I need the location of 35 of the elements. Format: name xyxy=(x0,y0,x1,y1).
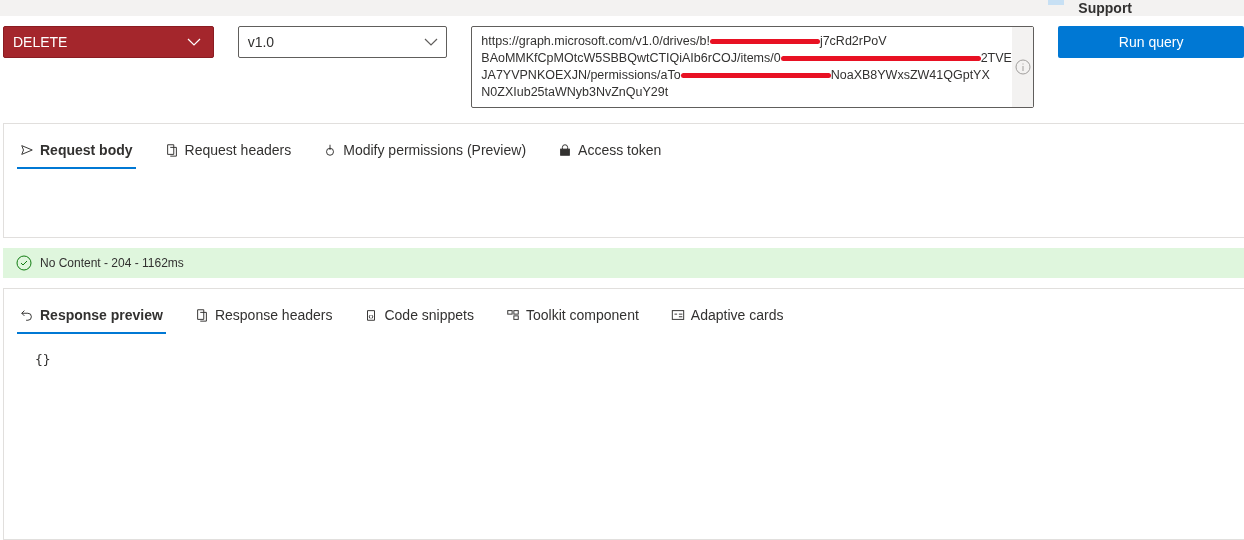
url-text: 2TVE xyxy=(980,50,1012,68)
card-icon xyxy=(670,308,685,323)
method-dropdown[interactable]: DELETE xyxy=(3,26,214,59)
tab[interactable]: Code snippets xyxy=(361,301,477,335)
url-text: https://graph.microsoft.com/v1.0/drives/b! xyxy=(481,33,710,51)
document-icon xyxy=(194,308,209,323)
tab[interactable]: Request headers xyxy=(161,136,295,169)
url-text: j7cRd2rPoV xyxy=(819,33,887,51)
tab[interactable]: Response headers xyxy=(191,301,336,335)
tab[interactable]: Modify permissions (Preview) xyxy=(320,136,530,169)
support-link[interactable]: Support xyxy=(1078,0,1132,17)
tab[interactable]: Response preview xyxy=(17,301,166,335)
toolkit-icon xyxy=(506,308,520,323)
response-body: {} xyxy=(35,352,52,368)
run-query-button[interactable]: Run query xyxy=(1058,26,1244,59)
url-text: NoaXB8YWxsZW41QGptYX xyxy=(830,67,990,85)
version-dropdown[interactable]: v1.0 xyxy=(237,26,448,59)
info-icon[interactable] xyxy=(1014,59,1031,76)
url-text: JA7YVPNKOEXJN/permissions/aTo xyxy=(481,67,681,85)
document-icon xyxy=(164,143,179,157)
tab[interactable]: Adaptive cards xyxy=(667,301,787,335)
undo-icon xyxy=(20,308,34,323)
send-icon xyxy=(20,143,34,157)
tab[interactable]: Access token xyxy=(555,136,665,169)
chevron-down-icon xyxy=(424,38,439,47)
status-text: No Content - 204 - 1162ms xyxy=(40,256,184,271)
app-icon xyxy=(1048,0,1065,5)
tab[interactable]: Toolkit component xyxy=(503,301,642,335)
lock-icon xyxy=(558,143,573,157)
url-text: N0ZXIub25taWNyb3NvZnQuY29t xyxy=(481,84,669,102)
tab[interactable]: Request body xyxy=(17,136,136,169)
url-field[interactable]: https://graph.microsoft.com/v1.0/drives/b! j7cRd2rPoV BAoMMKfCpMOtcW5SBBQwtCTIQiAIb6rCOJ/items/0 2TVE JA7YVPNKOEXJN/permissions/aTo NoaXB8YWxsZW41QGptYX N0ZXIub25taWNyb3NvZnQuY29t xyxy=(471,26,1035,109)
check-circle-icon xyxy=(16,255,32,272)
chevron-down-icon xyxy=(186,38,201,47)
url-text: BAoMMKfCpMOtcW5SBBQwtCTIQiAIb6rCOJ/items/0 xyxy=(481,50,781,68)
